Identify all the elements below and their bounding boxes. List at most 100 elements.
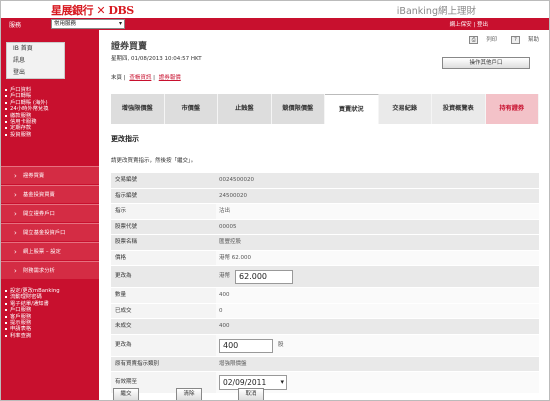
dbs-logo: 星展銀行 ✕ DBS [51, 2, 134, 18]
print-label: 列印 [486, 37, 498, 43]
field-label: 股票代號 [111, 219, 216, 234]
field-label: 交易編號 [111, 173, 216, 188]
other-account-button[interactable]: 操作其他戶口 [442, 57, 530, 69]
sidebar-item-logout[interactable]: 登出 [7, 67, 64, 79]
service-select-value: 常用服務 [54, 21, 77, 27]
field-value: 匯豐控股 [216, 235, 539, 250]
section-title: 更改指示 [111, 135, 139, 143]
expiry-date-value: 02/09/2011 [223, 378, 267, 387]
field-label: 原有買賣指示類別 [111, 356, 216, 371]
sidebar-subitem[interactable]: 開立證券戶口 [1, 204, 99, 223]
field-label: 更改為 [111, 266, 216, 287]
logo-suffix: DBS [108, 4, 134, 17]
table-row: 股票代號 00005 [111, 219, 539, 235]
submit-button[interactable]: 繼交 [113, 388, 139, 400]
service-select[interactable]: 常用服務 ▾ [51, 19, 125, 29]
service-label: 服務 [9, 22, 22, 29]
print-button[interactable]: ⎙ 列印 [463, 35, 497, 44]
quantity-unit: 股 [278, 341, 284, 348]
tab-holdings[interactable]: 持有證券 [485, 94, 539, 124]
logo-text: 星展銀行 [51, 4, 94, 17]
sidebar-subitem[interactable]: 證券買賣 [1, 166, 99, 185]
field-value: 400 股 [216, 334, 539, 356]
table-row: 已成交 0 [111, 303, 539, 319]
field-value: 0 [216, 303, 539, 318]
table-row: 未成交 400 [111, 319, 539, 335]
chevron-down-icon: ▾ [280, 378, 284, 386]
price-input[interactable]: 62.000 [235, 270, 293, 284]
main-content: 證券買賣 ⎙ 列印 ? 幫助 星期四, 01/08/2013 10:04:57 HK… [99, 30, 549, 400]
help-icon: ? [510, 35, 520, 44]
field-value: 沽出 [216, 204, 539, 219]
tab-market[interactable]: 市價盤 [165, 94, 218, 124]
sidebar-subitem[interactable]: 開立基金投資戶口 [1, 223, 99, 242]
printer-icon: ⎙ [469, 35, 479, 44]
sidebar-menu-lower: 設定/更改mBanking 流動理財密碼 電子結單/通知書 戶口服務 客戶服務 … [4, 288, 98, 339]
sidebar-quick-box: IB 首頁 訊息 登出 [6, 42, 65, 79]
top-right-links[interactable]: 網上保安 | 登出 [450, 20, 488, 28]
tab-stop-loss[interactable]: 止蝕盤 [218, 94, 272, 124]
field-value: 24500020 [216, 188, 539, 203]
field-label: 未成交 [111, 319, 216, 334]
date-time: 星期四, 01/08/2013 10:04:57 HKT [111, 56, 202, 62]
field-value: 400 [216, 288, 539, 303]
sidebar-item-home[interactable]: IB 首頁 [7, 43, 64, 55]
breadcrumb-separator: | [153, 75, 155, 81]
field-label: 指示 [111, 204, 216, 219]
sidebar-subitem[interactable]: 基金投資買賣 [1, 185, 99, 204]
sidebar-subitem[interactable]: 財務需求分析 [1, 261, 99, 280]
field-value: 0024500020 [216, 173, 539, 188]
field-value: 02/09/2011 ▾ [216, 372, 539, 393]
table-row: 價格 港幣 62.000 [111, 250, 539, 266]
page-title: 證券買賣 [111, 42, 148, 52]
sidebar-menu: 戶口資料 戶口轉賬 戶口轉賬 (海外) 24小時外幣兌換 繳款服務 信用卡服務 … [4, 87, 98, 138]
sidebar-subitem[interactable]: 網上股票 – 設定 [1, 242, 99, 261]
breadcrumb-link[interactable]: 證券報價 [159, 75, 181, 81]
page-tools: ⎙ 列印 ? 幫助 [457, 35, 539, 44]
field-label: 已成交 [111, 303, 216, 318]
top-bar: 服務 常用服務 ▾ 網上保安 | 登出 [1, 18, 549, 30]
field-value: 增強限價盤 [216, 356, 539, 371]
clear-button[interactable]: 清除 [176, 388, 202, 400]
help-button[interactable]: ? 幫助 [505, 35, 539, 44]
brand-header: 星展銀行 ✕ DBS iBanking網上理財 [1, 1, 549, 18]
sidebar-item[interactable]: 利率查詢 [4, 333, 98, 339]
field-value: 港幣 62.000 [216, 266, 539, 287]
table-row: 更改為 400 股 [111, 334, 539, 357]
field-label: 指示編號 [111, 188, 216, 203]
logo-x-icon: ✕ [96, 4, 106, 17]
field-value: 00005 [216, 219, 539, 234]
ibanking-title: iBanking網上理財 [396, 6, 476, 17]
table-row: 指示編號 24500020 [111, 188, 539, 204]
field-value: 400 [216, 319, 539, 334]
field-value: 港幣 62.000 [216, 250, 539, 265]
quantity-input[interactable]: 400 [219, 338, 273, 353]
page: 星展銀行 ✕ DBS iBanking網上理財 服務 常用服務 ▾ 網上保安 |… [0, 0, 550, 401]
sidebar-item-messages[interactable]: 訊息 [7, 55, 64, 67]
sidebar-item[interactable]: 投資服務 [4, 132, 98, 138]
chevron-down-icon: ▾ [118, 20, 122, 27]
field-label: 價格 [111, 250, 216, 265]
breadcrumb-link[interactable]: 查帳資訊 [129, 75, 151, 81]
cancel-button[interactable]: 取消 [238, 388, 264, 400]
tab-auction-limit[interactable]: 競價限價盤 [272, 94, 325, 124]
amend-order-form: 交易編號 0024500020 指示編號 24500020 指示 沽出 股票代號… [111, 173, 539, 394]
table-row: 股票名稱 匯豐控股 [111, 235, 539, 251]
field-label: 股票名稱 [111, 235, 216, 250]
price-currency: 港幣 [219, 273, 231, 279]
breadcrumb-home[interactable]: 末頁 [111, 75, 122, 81]
sidebar: IB 首頁 訊息 登出 戶口資料 戶口轉賬 戶口轉賬 (海外) 24小時外幣兌換… [1, 30, 99, 400]
instruction-text: 請更改買賣指示，然後按「繼交」。 [111, 158, 197, 164]
tab-portfolio[interactable]: 投資概覽表 [432, 94, 486, 124]
field-label: 更改為 [111, 334, 216, 356]
help-label: 幫助 [527, 37, 539, 43]
tab-enhanced-limit[interactable]: 增強限價盤 [111, 94, 165, 124]
order-tabs: 增強限價盤 市價盤 止蝕盤 競價限價盤 買賣狀況 交易紀錄 投資概覽表 持有證券 [111, 94, 539, 124]
breadcrumb: 末頁 | 查帳資訊 | 證券報價 [111, 73, 181, 81]
table-row: 原有買賣指示類別 增強限價盤 [111, 356, 539, 372]
table-row: 指示 沽出 [111, 204, 539, 220]
table-row: 更改為 港幣 62.000 [111, 266, 539, 288]
tab-transaction-log[interactable]: 交易紀錄 [378, 94, 432, 124]
table-row: 數量 400 [111, 288, 539, 304]
tab-order-status[interactable]: 買賣狀況 [325, 94, 379, 124]
